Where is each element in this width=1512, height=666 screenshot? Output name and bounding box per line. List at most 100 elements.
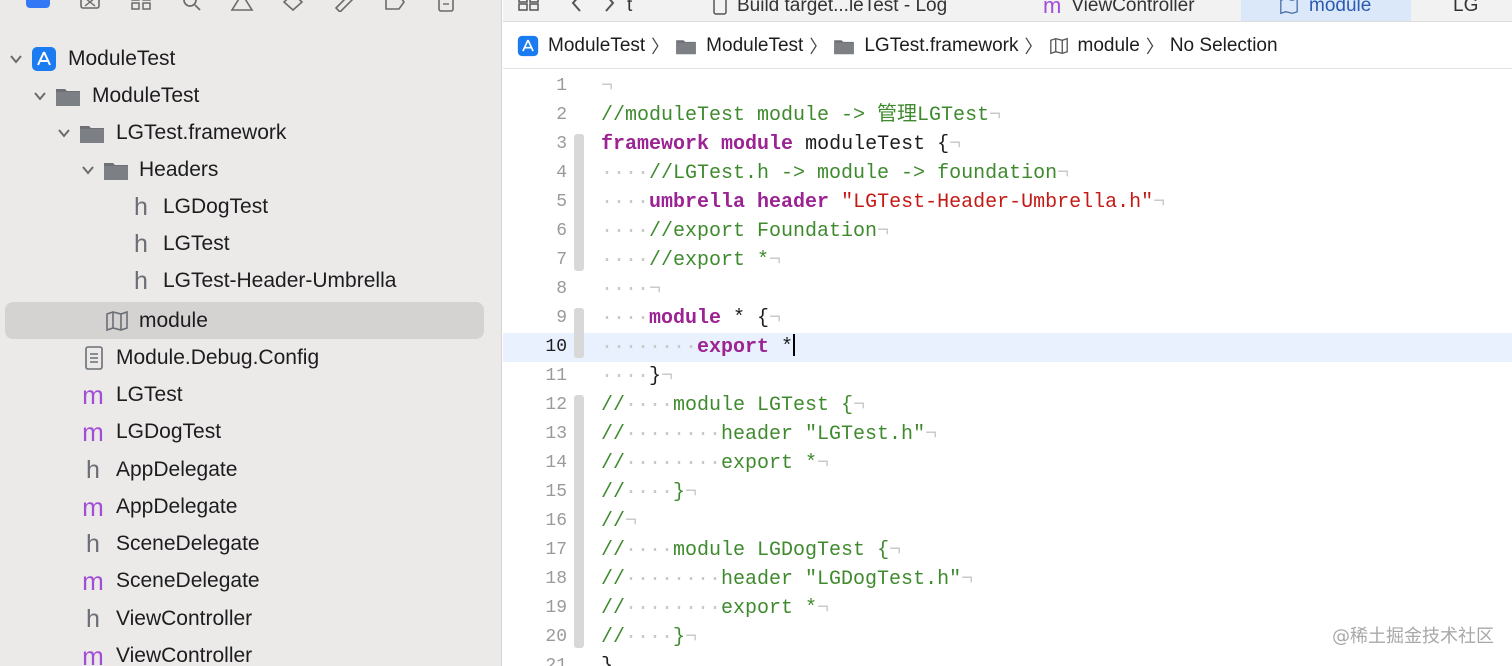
- code-line[interactable]: 18 //········header "LGDogTest.h"¬: [503, 565, 1512, 594]
- line-number: 7: [556, 250, 567, 270]
- tree-item-file-viewcontroller-h[interactable]: h ViewController: [0, 600, 501, 637]
- forward-arrow-icon[interactable]: [601, 0, 617, 12]
- grid-icon[interactable]: [517, 0, 541, 12]
- folder-icon: [103, 158, 129, 182]
- code-line[interactable]: 12 //····module LGTest {¬: [503, 391, 1512, 420]
- tree-item-file-module[interactable]: module: [0, 302, 501, 339]
- code-line[interactable]: 15 //····}¬: [503, 478, 1512, 507]
- tree-item-file-appdelegate-h[interactable]: h AppDelegate: [0, 451, 501, 488]
- tab-truncated[interactable]: t: [627, 0, 632, 21]
- tree-item-project-moduletest[interactable]: ModuleTest: [0, 40, 501, 77]
- code-line[interactable]: 4 ····//LGTest.h -> module -> foundation¬: [503, 159, 1512, 188]
- code-folding-ribbon[interactable]: [574, 134, 584, 271]
- folder-icon: [55, 84, 81, 108]
- code-line[interactable]: 2 //moduleTest module -> 管理LGTest¬: [503, 101, 1512, 130]
- code-line[interactable]: 11 ····}¬: [503, 362, 1512, 391]
- chevron-down-icon[interactable]: [56, 125, 72, 141]
- code-line[interactable]: 8 ····¬: [503, 275, 1512, 304]
- header-file-icon: h: [86, 456, 100, 484]
- breadcrumb-selection[interactable]: No Selection: [1170, 35, 1278, 57]
- tab-lg[interactable]: LG: [1453, 0, 1478, 21]
- project-navigator-tab-icon[interactable]: [26, 0, 50, 8]
- breadcrumb-folder[interactable]: ModuleTest: [675, 35, 803, 57]
- code-text: //¬: [601, 510, 638, 533]
- chevron-right-icon: 〉: [1024, 36, 1043, 57]
- navigator-toolbar: [0, 0, 501, 18]
- code-line-current[interactable]: 10 ········export *: [503, 333, 1512, 362]
- tree-item-folder-moduletest[interactable]: ModuleTest: [0, 77, 501, 114]
- header-file-icon: h: [134, 193, 148, 221]
- chevron-down-icon[interactable]: [80, 162, 96, 178]
- line-number: 8: [556, 279, 567, 299]
- objc-file-icon: m: [82, 417, 104, 447]
- code-line[interactable]: 7 ····//export *¬: [503, 246, 1512, 275]
- chevron-down-icon[interactable]: [8, 51, 24, 67]
- tree-item-file-viewcontroller-m[interactable]: m ViewController: [0, 637, 501, 666]
- debug-navigator-icon[interactable]: [332, 0, 356, 12]
- tab-build-log[interactable]: Build target...leTest - Log: [713, 0, 947, 21]
- code-line[interactable]: 19 //········export *¬: [503, 594, 1512, 623]
- tree-item-file-lgdogtest-m[interactable]: m LGDogTest: [0, 413, 501, 450]
- objc-file-icon: m: [82, 380, 104, 410]
- code-text: framework module moduleTest {¬: [601, 133, 962, 156]
- tree-item-label: LGDogTest: [163, 195, 269, 218]
- code-line[interactable]: 21}: [503, 652, 1512, 666]
- tree-item-file-appdelegate-m[interactable]: m AppDelegate: [0, 488, 501, 525]
- header-file-icon: h: [86, 605, 100, 633]
- code-folding-ribbon[interactable]: [574, 308, 584, 358]
- line-number: 12: [545, 395, 567, 415]
- code-line[interactable]: 9 ····module * {¬: [503, 304, 1512, 333]
- back-arrow-icon[interactable]: [569, 0, 585, 12]
- find-navigator-icon[interactable]: [180, 0, 204, 12]
- header-file-icon: h: [134, 230, 148, 258]
- tree-item-label: AppDelegate: [116, 495, 238, 518]
- code-line[interactable]: 3 framework module moduleTest {¬: [503, 130, 1512, 159]
- app-project-icon: [31, 47, 57, 71]
- chevron-down-icon[interactable]: [32, 88, 48, 104]
- tree-item-label: LGTest: [163, 232, 230, 255]
- code-text: ····}¬: [601, 365, 674, 388]
- tab-module[interactable]: module: [1241, 0, 1411, 21]
- report-navigator-icon[interactable]: [434, 0, 458, 12]
- chevron-right-icon: 〉: [651, 36, 670, 57]
- tree-item-file-umbrella-h[interactable]: h LGTest-Header-Umbrella: [0, 262, 501, 299]
- tree-item-file-lgdogtest-h[interactable]: h LGDogTest: [0, 188, 501, 225]
- breadcrumb-project[interactable]: ModuleTest: [517, 35, 645, 57]
- tree-item-file-lgtest-m[interactable]: m LGTest: [0, 376, 501, 413]
- code-line[interactable]: 16 //¬: [503, 507, 1512, 536]
- line-number: 3: [556, 134, 567, 154]
- tree-item-folder-headers[interactable]: Headers: [0, 151, 501, 188]
- breadcrumb-label: No Selection: [1169, 34, 1278, 56]
- code-line[interactable]: 17 //····module LGDogTest {¬: [503, 536, 1512, 565]
- breakpoint-navigator-icon[interactable]: [383, 0, 407, 12]
- line-number: 9: [556, 308, 567, 328]
- test-navigator-icon[interactable]: [281, 0, 305, 12]
- line-number: 17: [545, 540, 567, 560]
- line-number: 4: [556, 163, 567, 183]
- code-text: ····//export Foundation¬: [601, 220, 890, 243]
- code-text: ····¬: [601, 278, 662, 301]
- breadcrumb-framework[interactable]: LGTest.framework: [833, 35, 1019, 57]
- source-control-icon[interactable]: [78, 0, 102, 12]
- code-line[interactable]: 5 ····umbrella header "LGTest-Header-Umbr…: [503, 188, 1512, 217]
- chevron-right-icon: 〉: [809, 36, 828, 57]
- code-folding-ribbon[interactable]: [574, 395, 584, 648]
- tree-item-file-lgtest-h[interactable]: h LGTest: [0, 225, 501, 262]
- code-text: ····//export *¬: [601, 249, 782, 272]
- tab-label: module: [1309, 0, 1372, 16]
- code-line[interactable]: 6 ····//export Foundation¬: [503, 217, 1512, 246]
- code-text: ········export *: [601, 334, 796, 359]
- tab-viewcontroller[interactable]: m ViewController: [1043, 0, 1195, 21]
- code-text: //····module LGTest {¬: [601, 394, 866, 417]
- symbol-navigator-icon[interactable]: [129, 0, 153, 12]
- tree-item-file-scenedelegate-h[interactable]: h SceneDelegate: [0, 525, 501, 562]
- code-text: ····//LGTest.h -> module -> foundation¬: [601, 162, 1070, 185]
- tree-item-file-module-debug-config[interactable]: Module.Debug.Config: [0, 339, 501, 376]
- code-line[interactable]: 13 //········header "LGTest.h"¬: [503, 420, 1512, 449]
- tree-item-folder-lgtest-framework[interactable]: LGTest.framework: [0, 114, 501, 151]
- tree-item-file-scenedelegate-m[interactable]: m SceneDelegate: [0, 562, 501, 599]
- breadcrumb-file[interactable]: module: [1049, 35, 1140, 57]
- code-line[interactable]: 14 //········export *¬: [503, 449, 1512, 478]
- code-line[interactable]: 1 ¬: [503, 72, 1512, 101]
- issue-navigator-icon[interactable]: [230, 0, 254, 12]
